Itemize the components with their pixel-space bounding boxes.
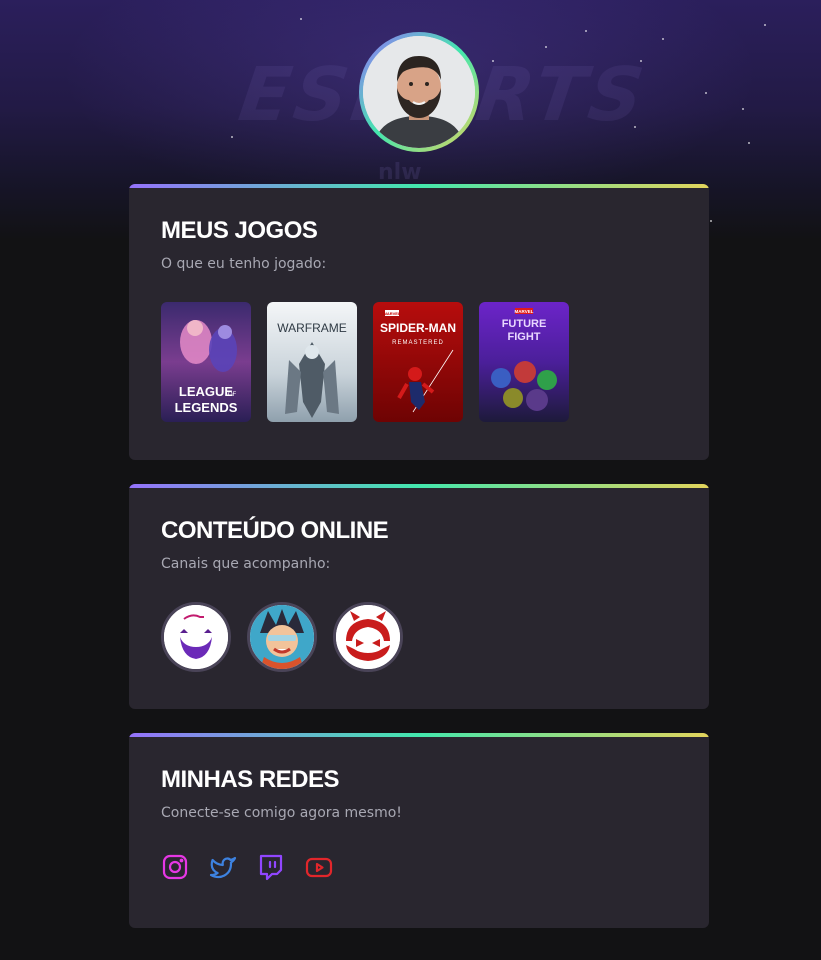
social-card-subtitle: Conecte-se comigo agora mesmo!: [161, 805, 402, 821]
game-spider-man-remastered[interactable]: MARVEL SPIDER-MAN REMASTERED: [373, 302, 463, 422]
futurefight-brand: MARVEL: [515, 309, 534, 314]
youtube-icon[interactable]: [305, 853, 333, 881]
spiderman-subtitle: REMASTERED: [392, 340, 444, 346]
anime-character-channel-icon[interactable]: [247, 602, 317, 672]
social-links: [161, 853, 677, 881]
game-warframe[interactable]: WARFRAME: [267, 302, 357, 422]
game-league-of-legends[interactable]: LEAGUE OF LEGENDS: [161, 302, 251, 422]
social-card-title: MINHAS REDES: [161, 766, 340, 793]
twitch-icon[interactable]: [257, 853, 285, 881]
warframe-title: WARFRAME: [277, 321, 347, 335]
profile-photo-icon: [363, 36, 475, 148]
channels-card-title: CONTEÚDO ONLINE: [161, 517, 389, 544]
channels-card: CONTEÚDO ONLINE Canais que acompanho:: [129, 484, 709, 709]
channels-list: [161, 602, 677, 672]
futurefight-title-line2: FIGHT: [508, 331, 541, 343]
twitter-icon[interactable]: [209, 853, 237, 881]
instagram-icon[interactable]: [161, 853, 189, 881]
spiderman-title: SPIDER-MAN: [380, 321, 456, 335]
channels-card-subtitle: Canais que acompanho:: [161, 556, 331, 572]
spiderman-brand: MARVEL: [384, 311, 401, 316]
futurefight-title-line1: FUTURE: [502, 318, 547, 330]
social-card: MINHAS REDES Conecte-se comigo agora mes…: [129, 733, 709, 928]
lol-title-line2: LEGENDS: [175, 400, 238, 415]
games-list: LEAGUE OF LEGENDS WARFRAME MARVEL SPIDER…: [161, 302, 677, 422]
lol-title-of: OF: [228, 392, 237, 398]
games-card-title: MEUS JOGOS: [161, 217, 318, 244]
games-card-subtitle: O que eu tenho jogado:: [161, 256, 327, 272]
avatar: [359, 32, 479, 152]
games-card: MEUS JOGOS O que eu tenho jogado: LEAGUE…: [129, 184, 709, 460]
lol-title-line1: LEAGUE: [179, 384, 234, 399]
game-future-fight[interactable]: MARVEL FUTURE FIGHT: [479, 302, 569, 422]
purple-beard-channel-icon[interactable]: [161, 602, 231, 672]
nlw-logo-watermark: nlw: [378, 160, 422, 185]
red-devil-channel-icon[interactable]: [333, 602, 403, 672]
